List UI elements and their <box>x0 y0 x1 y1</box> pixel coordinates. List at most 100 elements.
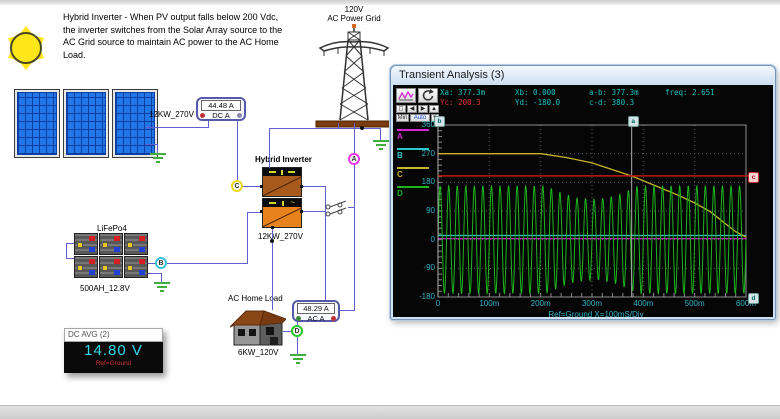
channel-color-line <box>397 129 429 131</box>
wire <box>340 310 355 311</box>
probe-c[interactable]: C <box>231 180 243 192</box>
wire <box>247 212 248 264</box>
solar-panel[interactable] <box>63 89 109 158</box>
pin <box>271 226 274 229</box>
y-tick-label: 90 <box>426 206 435 215</box>
inverter-title: Hybrid Inverter <box>255 155 312 164</box>
window-title[interactable]: Transient Analysis (3) <box>391 66 775 84</box>
probe-d[interactable]: D <box>291 325 303 337</box>
battery-rating-label: 500AH_12.8V <box>80 284 130 293</box>
wire <box>302 211 325 212</box>
annotation-text: Hybrid Inverter - When PV output falls b… <box>63 12 283 60</box>
solar-array[interactable] <box>14 89 158 158</box>
y-tick-label: 360 <box>421 120 435 129</box>
window-chrome-bottom <box>0 405 780 419</box>
cursor-xa-readout: Xa: 377.3m <box>440 88 486 97</box>
wire <box>148 273 162 274</box>
pin <box>260 210 263 213</box>
x-tick-label: 300m <box>581 299 602 308</box>
battery-cell[interactable] <box>99 256 123 278</box>
ac-ammeter[interactable]: 48.29 A AC A <box>292 300 340 323</box>
ground-icon <box>150 153 166 163</box>
terminal-icon <box>331 316 336 321</box>
battery-cell[interactable] <box>74 256 98 278</box>
refresh-button[interactable] <box>418 88 438 103</box>
cursor-xb-readout: Xb: 0.000 <box>515 88 556 97</box>
scope-screen: ◻ ◀ ▶ ▲ Min Auto ▼ Xa: 377.3m Xb: 0.000 … <box>393 85 773 319</box>
battery-cell[interactable] <box>124 233 148 255</box>
wire <box>354 123 355 154</box>
wire <box>354 207 355 311</box>
channel-label-d[interactable]: D <box>397 189 407 198</box>
y-tick-label: 270 <box>421 148 435 158</box>
battery-cell[interactable] <box>124 256 148 278</box>
junction-dot <box>270 239 274 243</box>
scale-button[interactable]: ◻ <box>396 105 406 113</box>
y-tick-label: 180 <box>421 177 435 187</box>
cursor-flag-a[interactable]: a <box>627 116 639 127</box>
x-tick-label: 400m <box>633 299 654 308</box>
channel-label-a[interactable]: A <box>397 132 407 141</box>
solar-panel[interactable] <box>112 89 158 158</box>
grid-label-name: AC Power Grid <box>327 14 381 23</box>
dc-ammeter[interactable]: 44.48 A DC A <box>196 97 246 121</box>
wire <box>297 336 298 354</box>
cursor-cd-readout: c-d: 380.3 <box>589 98 635 107</box>
probe-b[interactable]: B <box>155 257 167 269</box>
ac-ammeter-value: 48.29 A <box>297 303 335 314</box>
cursor-flag-d[interactable]: d <box>748 293 759 304</box>
positive-terminal-icon <box>200 113 205 118</box>
wire <box>208 121 209 128</box>
wire <box>66 243 74 244</box>
dc-avg-meter-ref: Ref=Ground <box>95 360 132 367</box>
wire <box>269 128 270 168</box>
cursor-freq-readout: freq: 2.651 <box>665 88 715 97</box>
wire <box>302 186 325 187</box>
pin <box>300 210 303 213</box>
ground-icon <box>373 140 389 150</box>
dc-ammeter-value: 44.48 A <box>201 100 241 111</box>
dc-avg-meter-value: 14.80 V <box>84 342 143 359</box>
solar-panel[interactable] <box>14 89 60 158</box>
transmission-tower[interactable] <box>314 24 394 128</box>
junction-dot <box>360 126 364 130</box>
probe-a[interactable]: A <box>348 153 360 165</box>
ground-icon <box>290 354 306 364</box>
x-axis-caption: Ref=Ground X=100mS/Div <box>548 310 644 319</box>
battery-cell[interactable] <box>74 233 98 255</box>
transfer-switch-icon[interactable] <box>324 207 356 217</box>
pan-right-button[interactable]: ▶ <box>418 105 428 113</box>
wire <box>269 128 381 129</box>
negative-terminal-icon <box>236 113 242 118</box>
inverter-dc-dc-block[interactable] <box>262 167 302 197</box>
trace-mode-button[interactable] <box>396 88 416 103</box>
inverter-dc-ac-block[interactable]: ~ <box>262 198 302 228</box>
cursor-yd-readout: Yd: -180.0 <box>515 98 561 107</box>
battery-cell[interactable] <box>99 233 123 255</box>
pan-up-button[interactable]: ▲ <box>429 105 439 113</box>
scope-plot[interactable] <box>437 121 754 298</box>
pan-left-button[interactable]: ◀ <box>407 105 417 113</box>
pin <box>300 185 303 188</box>
x-tick-label: 100m <box>479 299 500 308</box>
simulator-canvas: Hybrid Inverter - When PV output falls b… <box>0 0 780 419</box>
x-tick-label: 500m <box>684 299 705 308</box>
sun-icon <box>8 26 44 70</box>
house-icon[interactable] <box>230 307 286 349</box>
dc-avg-meter-title[interactable]: DC AVG (2) <box>64 328 163 342</box>
pin <box>260 185 263 188</box>
grid-label-voltage: 120V <box>344 5 364 14</box>
cursor-flag-b[interactable]: b <box>434 116 445 127</box>
cursor-ab-readout: a-b: 377.3m <box>589 88 639 97</box>
transient-analysis-window[interactable]: Transient Analysis (3) ◻ ◀ ▶ ▲ Min Auto … <box>390 65 776 320</box>
battery-title: LiFePo4 <box>97 224 127 233</box>
wire <box>167 263 247 264</box>
wire <box>338 123 339 129</box>
channel-color-line <box>397 167 429 169</box>
wire <box>237 121 238 181</box>
cursor-flag-c[interactable]: c <box>748 171 759 183</box>
dc-avg-meter[interactable]: DC AVG (2) 14.80 V Ref=Ground <box>64 328 163 373</box>
battery-bank[interactable] <box>74 233 150 278</box>
home-load-rating-label: 6KW_120V <box>238 348 279 357</box>
dc-ammeter-label: DC A <box>212 111 230 120</box>
